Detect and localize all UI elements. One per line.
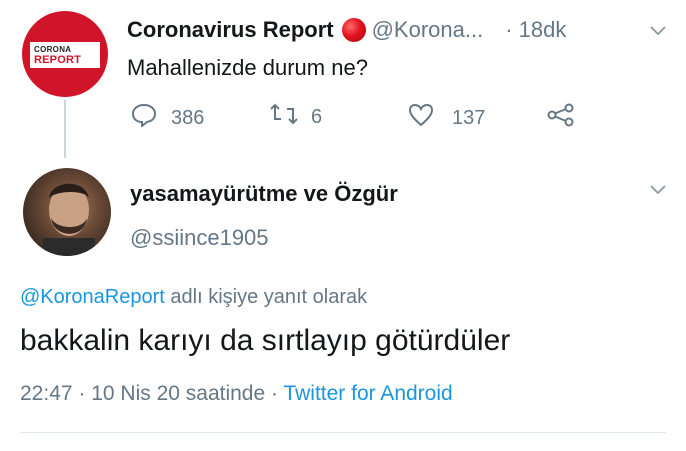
parent-time[interactable]: · 18dk xyxy=(505,17,566,43)
reply-action[interactable]: 386 xyxy=(131,103,204,133)
timestamp[interactable]: 22:47 · 10 Nis 20 saatinde · xyxy=(20,382,283,405)
share-icon xyxy=(547,103,575,133)
retweet-icon xyxy=(269,103,299,131)
reply-display-name[interactable]: yasamayürütme ve Özgür xyxy=(130,181,398,207)
logo-line1: CORONA xyxy=(34,44,72,54)
retweet-action[interactable]: 6 xyxy=(269,103,322,131)
replying-to-mention[interactable]: @KoronaReport xyxy=(20,286,165,308)
logo-line2: REPORT xyxy=(34,53,82,66)
reply-tweet-text: bakkalin karıyı da sırtlayıp götürdüler xyxy=(20,324,511,357)
chevron-down-icon[interactable] xyxy=(650,182,666,200)
retweet-count: 6 xyxy=(311,105,323,128)
tweet-meta: 22:47 · 10 Nis 20 saatinde · Twitter for… xyxy=(20,382,453,406)
avatar-corona-report[interactable]: CORONA REPORT xyxy=(22,11,108,97)
divider xyxy=(20,432,666,433)
parent-tweet-text: Mahallenizde durum ne? xyxy=(127,55,368,80)
like-action[interactable]: 137 xyxy=(408,103,485,133)
like-count: 137 xyxy=(452,106,486,129)
parent-handle[interactable]: @Korona... xyxy=(372,17,484,43)
reply-icon xyxy=(131,103,157,133)
parent-tweet-header: Coronavirus Report @Korona... · 18dk xyxy=(127,16,566,44)
chevron-down-icon[interactable] xyxy=(650,23,666,41)
parent-display-name[interactable]: Coronavirus Report xyxy=(127,17,334,43)
verified-badge-icon xyxy=(341,18,366,42)
replying-to-line: @KoronaReport adlı kişiye yanıt olarak xyxy=(20,286,367,309)
avatar-reply-user[interactable] xyxy=(23,168,111,256)
reply-handle[interactable]: @ssiince1905 xyxy=(130,225,269,251)
share-action[interactable] xyxy=(547,103,575,133)
corona-report-logo: CORONA REPORT xyxy=(30,42,100,68)
like-icon xyxy=(408,103,434,133)
replying-to-suffix: adlı kişiye yanıt olarak xyxy=(164,286,368,308)
thread-connector xyxy=(64,100,66,158)
reply-count: 386 xyxy=(171,106,205,129)
client-link[interactable]: Twitter for Android xyxy=(283,382,452,405)
